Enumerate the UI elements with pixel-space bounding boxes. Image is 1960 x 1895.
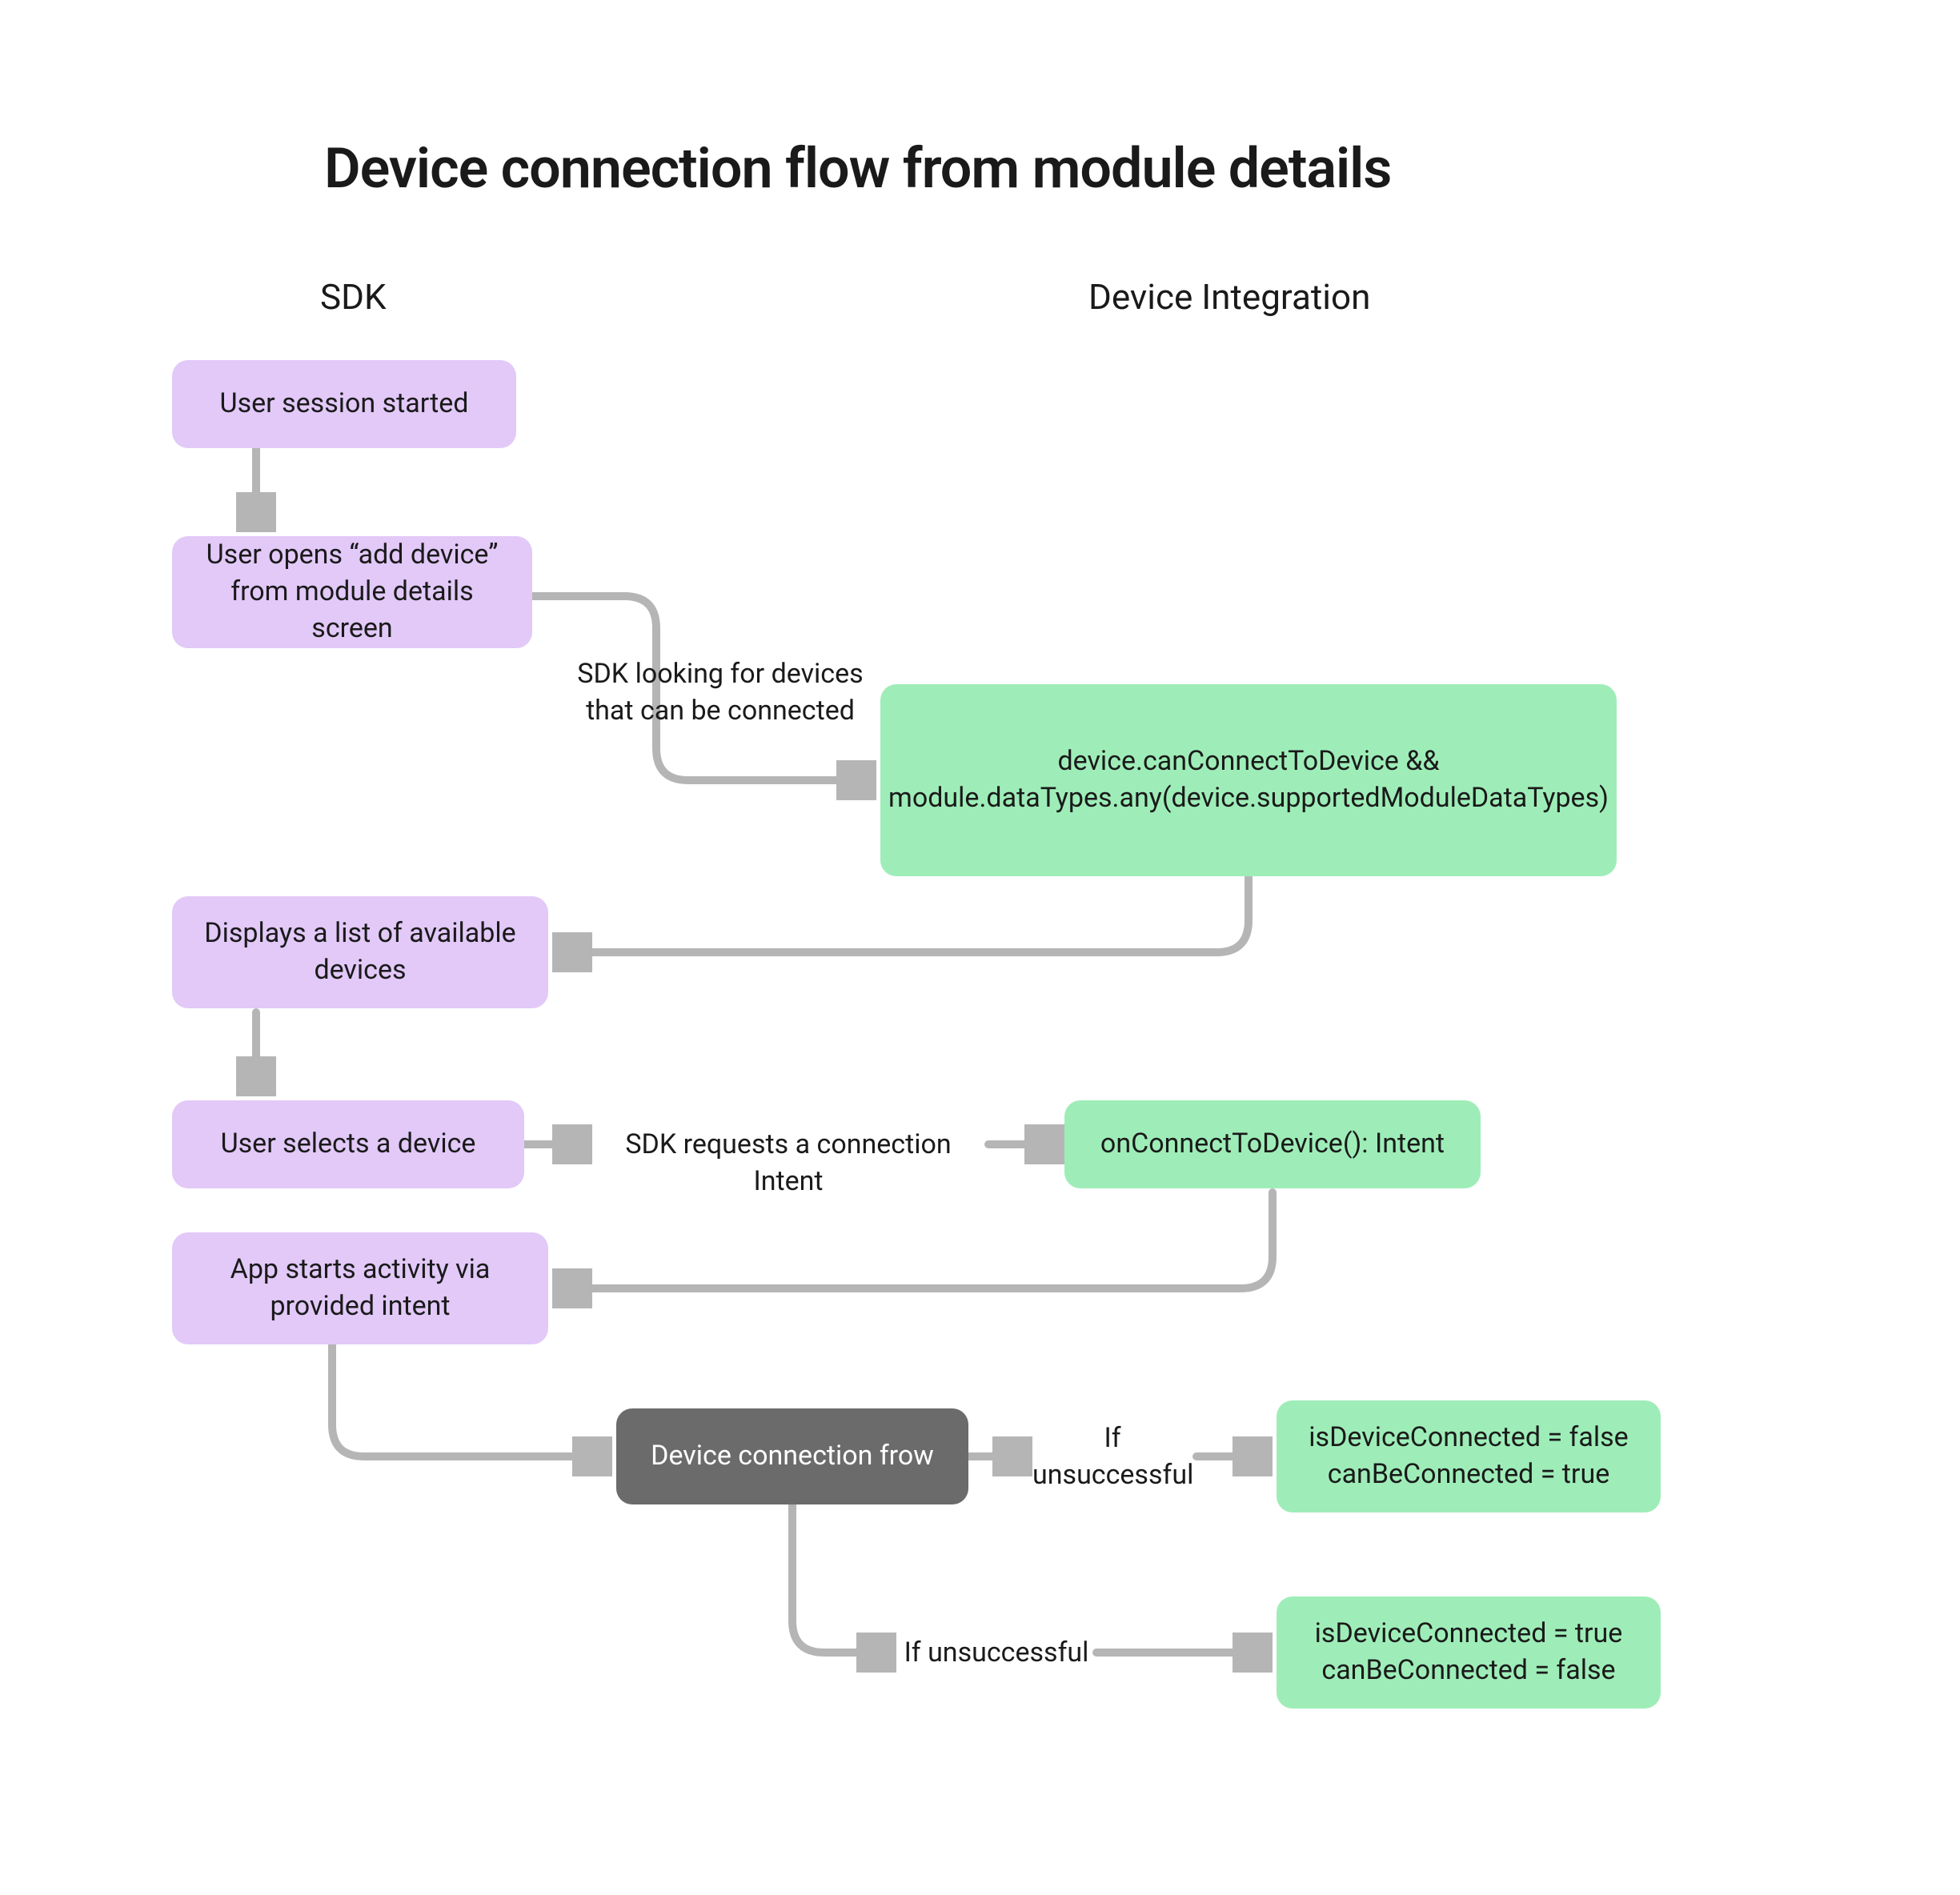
node-label-line1: device.canConnectToDevice && (888, 743, 1609, 780)
node-user-opens-add-device: User opens “add device” from module deta… (172, 536, 532, 648)
node-user-session-started: User session started (172, 360, 516, 448)
node-displays-available-devices: Displays a list of available devices (172, 896, 548, 1008)
node-label: User session started (220, 386, 469, 423)
node-label-line2: canBeConnected = false (1315, 1653, 1623, 1689)
node-label: User selects a device (221, 1126, 476, 1163)
column-header-device-integration: Device Integration (1088, 276, 1370, 318)
edge-label-if-unsuccessful-2: If unsuccessful (896, 1635, 1096, 1672)
node-device-connection-flow: Device connection frow (616, 1408, 968, 1504)
node-label: onConnectToDevice(): Intent (1100, 1126, 1445, 1163)
node-label: User opens “add device” from module deta… (199, 537, 505, 647)
node-label-line2: canBeConnected = true (1309, 1456, 1628, 1493)
node-label: Device connection frow (651, 1438, 934, 1475)
node-label-line1: isDeviceConnected = true (1315, 1616, 1623, 1653)
node-label: App starts activity via provided intent (199, 1252, 521, 1325)
node-outcome-successful: isDeviceConnected = true canBeConnected … (1277, 1597, 1661, 1709)
node-app-starts-activity: App starts activity via provided intent (172, 1232, 548, 1344)
node-outcome-unsuccessful: isDeviceConnected = false canBeConnected… (1277, 1400, 1661, 1512)
edge-label-sdk-looking: SDK looking for devices that can be conn… (560, 656, 880, 730)
diagram-title: Device connection flow from module detai… (324, 136, 1391, 202)
column-header-sdk: SDK (320, 276, 387, 318)
node-label-line1: isDeviceConnected = false (1309, 1420, 1628, 1456)
edge-label-if-unsuccessful-1: If unsuccessful (1032, 1420, 1192, 1494)
node-label: Displays a list of available devices (199, 915, 521, 989)
node-label-line2: module.dataTypes.any(device.supportedMod… (888, 780, 1609, 817)
node-device-filter-condition: device.canConnectToDevice && module.data… (880, 684, 1617, 876)
edge-label-sdk-requests-intent: SDK requests a connection Intent (588, 1127, 988, 1200)
node-on-connect-to-device: onConnectToDevice(): Intent (1064, 1100, 1481, 1188)
node-user-selects-device: User selects a device (172, 1100, 524, 1188)
diagram-canvas: Device connection flow from module detai… (0, 0, 1960, 1895)
